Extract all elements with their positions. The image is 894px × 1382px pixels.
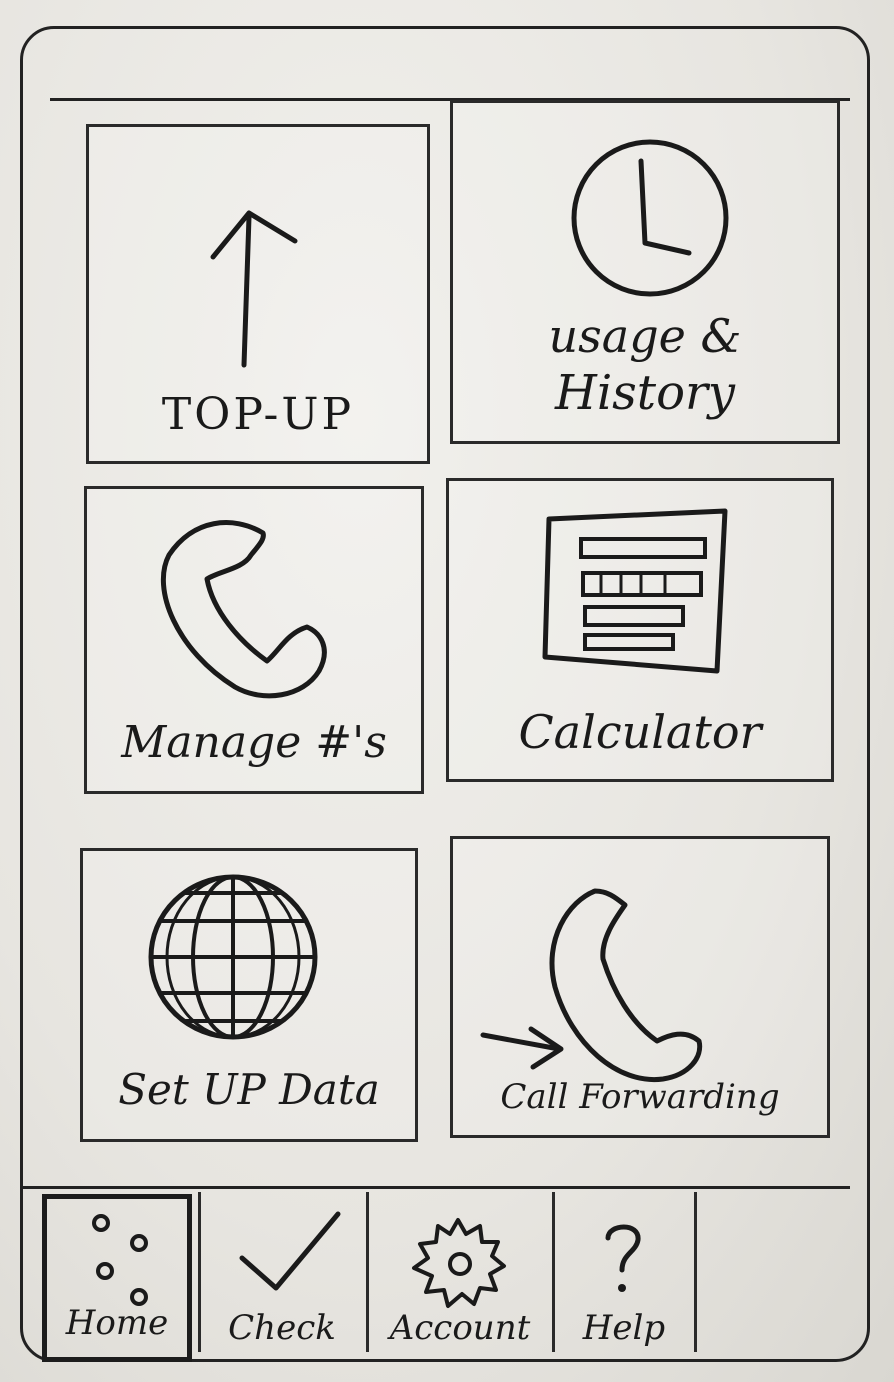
phone-icon xyxy=(160,520,327,699)
nav-home-label: Home xyxy=(65,1303,169,1343)
nav-home[interactable]: Home xyxy=(42,1194,192,1362)
calculator-tile[interactable]: Calculator xyxy=(446,478,834,782)
manage-numbers-tile[interactable]: Manage #'s xyxy=(84,486,424,794)
nav-account-label: Account xyxy=(389,1308,531,1348)
clock-icon xyxy=(571,139,729,297)
question-icon xyxy=(605,1224,641,1292)
call-forwarding-tile[interactable]: Call Forwarding xyxy=(450,836,830,1138)
manage-numbers-label: Manage #'s xyxy=(121,717,387,768)
top-up-tile[interactable]: TOP-UP xyxy=(86,124,430,464)
nav-divider xyxy=(366,1192,369,1352)
set-up-data-tile[interactable]: Set UP Data xyxy=(80,848,418,1142)
dots-icon xyxy=(92,1214,148,1306)
nav-divider xyxy=(694,1192,697,1352)
globe-icon xyxy=(148,874,318,1040)
top-up-label: TOP-UP xyxy=(161,389,355,440)
nav-help[interactable]: Help xyxy=(558,1194,690,1362)
nav-check[interactable]: Check xyxy=(202,1194,362,1362)
forward-call-icon xyxy=(480,888,703,1083)
call-forwarding-label: Call Forwarding xyxy=(500,1077,780,1117)
usage-history-tile[interactable]: usage & History xyxy=(450,100,840,444)
check-icon xyxy=(239,1211,341,1291)
calculator-label: Calculator xyxy=(518,705,762,759)
arrow-up-icon xyxy=(210,210,298,368)
calculator-icon xyxy=(542,508,728,674)
gear-icon xyxy=(412,1218,506,1308)
nav-divider xyxy=(552,1192,555,1352)
nav-account[interactable]: Account xyxy=(372,1194,548,1362)
status-bar xyxy=(50,72,850,101)
usage-history-label-line1: usage & xyxy=(548,309,742,363)
nav-check-label: Check xyxy=(228,1308,336,1348)
nav-help-label: Help xyxy=(582,1308,666,1348)
set-up-data-label: Set UP Data xyxy=(118,1065,380,1114)
usage-history-label-line2: History xyxy=(554,365,736,421)
nav-divider xyxy=(198,1192,201,1352)
